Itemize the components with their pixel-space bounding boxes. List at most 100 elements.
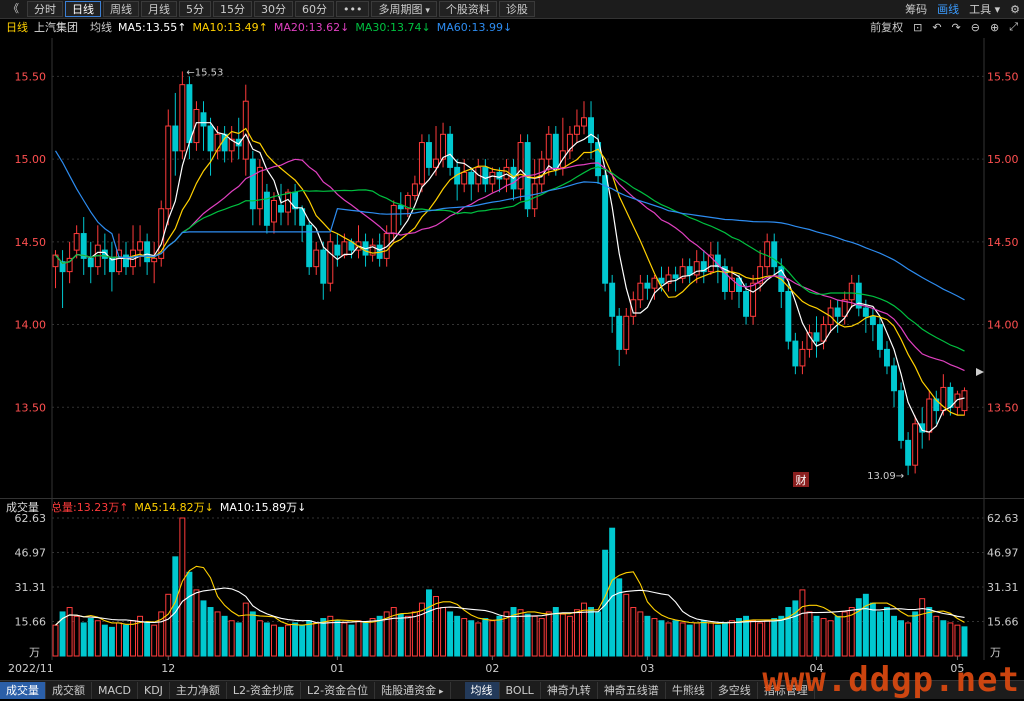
volume-bar bbox=[130, 620, 136, 657]
indicator-tab-5[interactable]: L2-资金抄底 bbox=[227, 681, 302, 699]
indicator-tab-13[interactable]: 多空线 bbox=[712, 681, 758, 699]
volume-bar bbox=[757, 622, 764, 657]
date-label: 01 bbox=[330, 662, 344, 675]
volume-bar bbox=[87, 618, 94, 657]
candle-body bbox=[905, 439, 912, 466]
candle-body bbox=[418, 142, 425, 185]
volume-bar bbox=[404, 615, 411, 657]
volume-bar bbox=[898, 620, 905, 657]
current-price-marker bbox=[976, 368, 984, 376]
price-tick-right: 15.00 bbox=[987, 153, 1019, 166]
volume-bar bbox=[862, 593, 869, 657]
volume-bar bbox=[672, 620, 679, 657]
volume-bar bbox=[207, 607, 214, 657]
candle-body bbox=[320, 249, 327, 284]
candle-body bbox=[862, 307, 869, 317]
candle-body bbox=[785, 290, 792, 342]
candle-body bbox=[884, 348, 890, 367]
price-tick-right: 15.50 bbox=[987, 70, 1019, 83]
indicator-tab-1[interactable]: 成交额 bbox=[46, 681, 92, 699]
indicator-tab-12[interactable]: 牛熊线 bbox=[666, 681, 712, 699]
indicator-tab-9[interactable]: BOLL bbox=[500, 681, 541, 699]
volume-bar bbox=[947, 622, 954, 657]
finance-badge: 财 bbox=[796, 473, 807, 487]
candle-body bbox=[278, 204, 284, 213]
volume-tick-left: 31.31 bbox=[15, 581, 47, 594]
volume-bar bbox=[785, 607, 792, 657]
candle-body bbox=[848, 282, 855, 301]
candle-body bbox=[820, 324, 827, 342]
volume-bar bbox=[221, 615, 228, 657]
volume-bar bbox=[721, 622, 728, 657]
volume-bar bbox=[630, 607, 637, 657]
volume-bar bbox=[411, 611, 418, 657]
volume-bar bbox=[609, 527, 616, 657]
candle-body bbox=[686, 266, 693, 276]
indicator-tab-8[interactable]: 均线 bbox=[464, 681, 500, 699]
candle-body bbox=[461, 171, 468, 185]
indicator-tab-10[interactable]: 神奇九转 bbox=[541, 681, 598, 699]
volume-bar bbox=[813, 615, 820, 657]
volume-bar bbox=[482, 618, 489, 657]
volume-bar bbox=[588, 607, 594, 657]
candle-body bbox=[672, 274, 679, 279]
volume-bar bbox=[80, 622, 87, 657]
volume-bar bbox=[693, 622, 700, 657]
candle-body bbox=[651, 277, 658, 289]
volume-bar bbox=[736, 618, 742, 657]
candle-body bbox=[792, 340, 799, 367]
candle-body bbox=[771, 241, 778, 268]
volume-bar bbox=[334, 620, 341, 657]
date-label: 02 bbox=[485, 662, 499, 675]
price-tick-right: 13.50 bbox=[987, 401, 1019, 414]
indicator-tab-7[interactable]: 陆股通资金 bbox=[375, 681, 451, 699]
volume-bar bbox=[876, 611, 883, 657]
candle-body bbox=[397, 204, 404, 210]
volume-bar bbox=[200, 600, 207, 657]
candle-body bbox=[637, 282, 644, 301]
volume-bar bbox=[151, 624, 158, 657]
volume-bar bbox=[214, 611, 221, 657]
volume-bar bbox=[573, 609, 580, 657]
candle-body bbox=[947, 386, 954, 408]
volume-bar bbox=[524, 613, 531, 657]
candle-body bbox=[200, 112, 207, 127]
volume-bar bbox=[454, 615, 461, 657]
volume-bar bbox=[306, 620, 313, 657]
volume-bar bbox=[778, 615, 785, 657]
indicator-tab-2[interactable]: MACD bbox=[92, 681, 138, 699]
candle-body bbox=[912, 423, 919, 466]
chart-canvas[interactable]: 15.50 15.50 15.00 15.00 14.50 14.50 14.00 14.00… bbox=[0, 0, 1024, 698]
indicator-tab-0[interactable]: 成交量 bbox=[0, 681, 46, 699]
indicator-tab-11[interactable]: 神奇五线谱 bbox=[598, 681, 666, 699]
volume-bar bbox=[440, 607, 447, 657]
volume-bar bbox=[235, 622, 242, 657]
volume-bar bbox=[341, 622, 348, 657]
candle-body bbox=[137, 241, 144, 251]
indicator-tab-3[interactable]: KDJ bbox=[138, 681, 170, 699]
volume-bar bbox=[728, 620, 735, 657]
volume-bar bbox=[855, 598, 862, 657]
candle-body bbox=[609, 282, 616, 317]
volume-bar bbox=[115, 622, 122, 657]
candle-body bbox=[482, 166, 489, 185]
candle-body bbox=[602, 175, 609, 284]
volume-bar bbox=[475, 622, 482, 657]
indicator-tab-4[interactable]: 主力净额 bbox=[170, 681, 227, 699]
candle-body bbox=[588, 117, 594, 144]
candle-body bbox=[489, 171, 496, 185]
candle-body bbox=[440, 133, 447, 160]
candle-body bbox=[123, 254, 129, 268]
price-tick-left: 14.50 bbox=[15, 236, 47, 249]
candle-body bbox=[764, 241, 771, 268]
low-price-label: 13.09→ bbox=[867, 471, 904, 482]
volume-tick-left: 62.63 bbox=[15, 512, 47, 525]
candle-body bbox=[623, 315, 630, 350]
candle-body bbox=[644, 282, 651, 289]
volume-bar bbox=[707, 622, 714, 657]
volume-bar bbox=[827, 620, 834, 657]
indicator-tab-6[interactable]: L2-资金合位 bbox=[301, 681, 376, 699]
candle-body bbox=[73, 233, 80, 251]
candle-body bbox=[270, 199, 277, 223]
date-label: 12 bbox=[161, 662, 175, 675]
